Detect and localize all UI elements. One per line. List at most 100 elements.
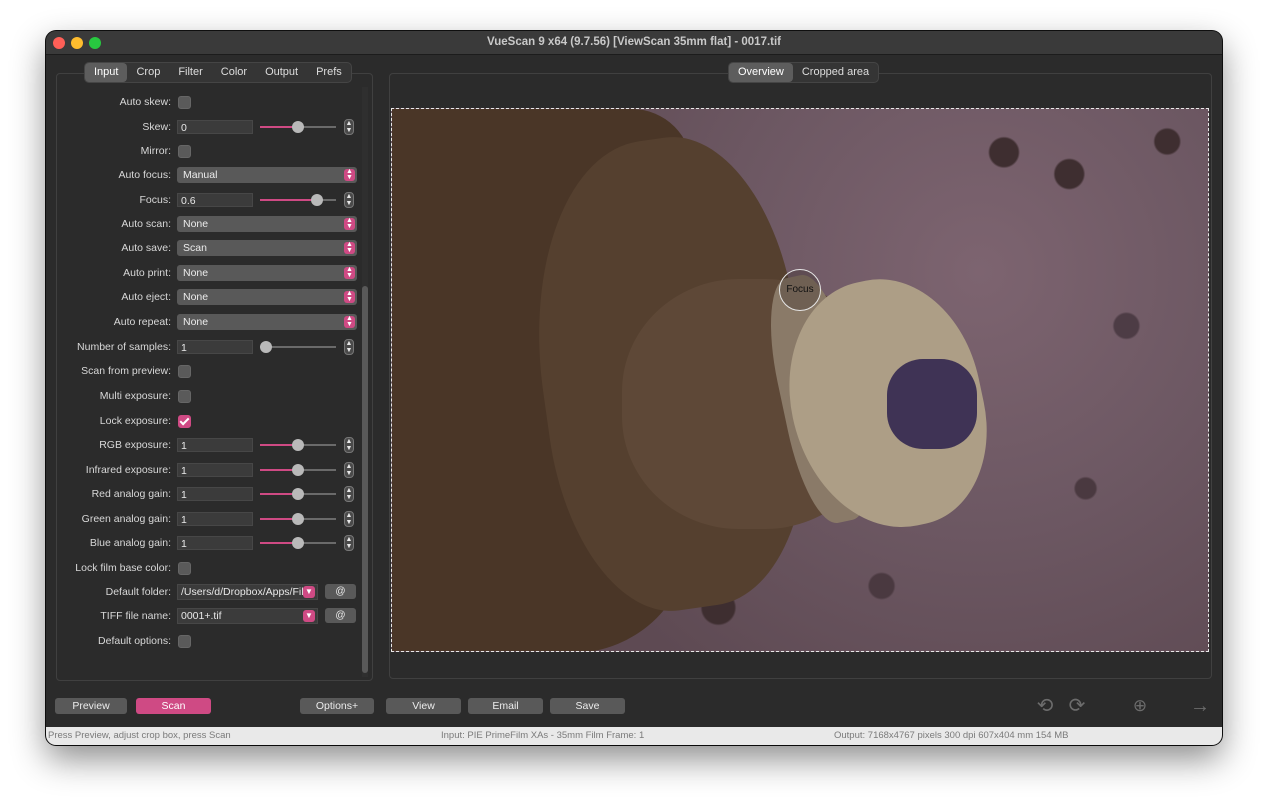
rgb-exposure-label: RGB exposure: [99,439,171,451]
default-folder-at-button[interactable]: @ [325,584,356,599]
settings-tabs: Input Crop Filter Color Output Prefs [84,62,352,83]
blue-gain-label: Blue analog gain: [89,537,171,549]
blue-gain-slider[interactable] [260,537,336,549]
status-left: Press Preview, adjust crop box, press Sc… [48,730,231,741]
blue-gain-input[interactable]: 1 [177,536,253,550]
tiff-file-name-label: TIFF file name: [100,610,171,622]
red-gain-input[interactable]: 1 [177,487,253,501]
preview-button[interactable]: Preview [55,698,127,714]
email-button[interactable]: Email [468,698,543,714]
chevron-updown-icon: ▲ ▼ [344,290,355,303]
arrow-right-icon[interactable]: → [1189,695,1211,717]
scan-from-preview-checkbox[interactable] [178,365,191,378]
tiff-file-name-combo[interactable]: 0001+.tif ▼ [177,608,318,624]
green-gain-input[interactable]: 1 [177,512,253,526]
tab-filter[interactable]: Filter [169,63,211,82]
lock-exposure-label: Lock exposure: [99,415,171,427]
lock-film-base-checkbox[interactable] [178,562,191,575]
auto-print-value: None [183,267,209,279]
tab-overview[interactable]: Overview [729,63,793,82]
save-button[interactable]: Save [550,698,625,714]
zoom-in-icon[interactable]: ⊕ [1129,695,1151,717]
num-samples-stepper[interactable]: ▲ ▼ [344,339,354,355]
auto-skew-checkbox[interactable] [178,96,191,109]
chevron-updown-icon: ▲ ▼ [344,217,355,230]
scan-button[interactable]: Scan [136,698,211,714]
auto-eject-select[interactable]: None ▲ ▼ [177,289,357,305]
auto-repeat-select[interactable]: None ▲ ▼ [177,314,357,330]
ir-exposure-label: Infrared exposure: [85,464,171,476]
red-gain-slider[interactable] [260,488,336,500]
auto-save-select[interactable]: Scan ▲ ▼ [177,240,357,256]
num-samples-slider[interactable] [260,341,336,353]
rotate-right-icon[interactable]: ⟳ [1066,695,1088,717]
chevron-down-icon: ▼ [303,610,315,622]
chevron-updown-icon: ▲ ▼ [344,168,355,181]
preview-cap-logo [887,359,977,449]
options-button[interactable]: Options+ [300,698,374,714]
num-samples-input[interactable]: 1 [177,340,253,354]
green-gain-slider[interactable] [260,513,336,525]
status-right: Output: 7168x4767 pixels 300 dpi 607x404… [834,730,1069,741]
focus-slider[interactable] [260,194,336,206]
skew-input[interactable]: 0 [177,120,253,134]
preview-image[interactable]: Focus [391,108,1209,652]
tab-cropped-area[interactable]: Cropped area [793,63,878,82]
tiff-file-name-at-button[interactable]: @ [325,608,356,623]
lock-film-base-label: Lock film base color: [75,562,171,574]
focus-label: Focus: [139,194,171,206]
skew-slider[interactable] [260,121,336,133]
red-gain-label: Red analog gain: [91,488,171,500]
green-gain-label: Green analog gain: [81,513,171,525]
auto-focus-label: Auto focus: [118,169,171,181]
chevron-updown-icon: ▲ ▼ [344,241,355,254]
rgb-exposure-stepper[interactable]: ▲ ▼ [344,437,354,453]
tab-crop[interactable]: Crop [127,63,169,82]
chevron-updown-icon: ▲ ▼ [344,315,355,328]
title-bar: VueScan 9 x64 (9.7.56) [ViewScan 35mm fl… [46,31,1222,55]
default-folder-value: /Users/d/Dropbox/Apps/Film [181,586,313,598]
ir-exposure-input[interactable]: 1 [177,463,253,477]
auto-focus-select[interactable]: Manual ▲ ▼ [177,167,357,183]
focus-stepper[interactable]: ▲ ▼ [344,192,354,208]
focus-marker[interactable]: Focus [779,269,821,311]
multi-exposure-label: Multi exposure: [99,390,171,402]
preview-tabs: Overview Cropped area [728,62,880,83]
view-button[interactable]: View [386,698,461,714]
chevron-down-icon: ▼ [303,586,315,598]
status-bar: Press Preview, adjust crop box, press Sc… [46,727,1222,745]
auto-scan-label: Auto scan: [121,218,171,230]
multi-exposure-checkbox[interactable] [178,390,191,403]
auto-repeat-label: Auto repeat: [113,316,171,328]
auto-scan-select[interactable]: None ▲ ▼ [177,216,357,232]
tab-prefs[interactable]: Prefs [307,63,351,82]
tab-color[interactable]: Color [212,63,256,82]
mirror-checkbox[interactable] [178,145,191,158]
red-gain-stepper[interactable]: ▲ ▼ [344,486,354,502]
blue-gain-stepper[interactable]: ▲ ▼ [344,535,354,551]
lock-exposure-checkbox[interactable] [178,415,191,428]
tab-input[interactable]: Input [85,63,128,82]
rotate-left-icon[interactable]: ⟲ [1034,695,1056,717]
default-options-checkbox[interactable] [178,635,191,648]
auto-skew-label: Auto skew: [119,96,171,108]
auto-print-label: Auto print: [123,267,171,279]
status-center: Input: PIE PrimeFilm XAs - 35mm Film Fra… [441,730,645,741]
num-samples-label: Number of samples: [77,341,171,353]
settings-scrollbar-thumb[interactable] [362,286,368,673]
auto-print-select[interactable]: None ▲ ▼ [177,265,357,281]
scan-from-preview-label: Scan from preview: [81,365,171,377]
rgb-exposure-slider[interactable] [260,439,336,451]
auto-focus-value: Manual [183,169,218,181]
default-folder-combo[interactable]: /Users/d/Dropbox/Apps/Film ▼ [177,584,318,600]
tab-output[interactable]: Output [256,63,307,82]
auto-scan-value: None [183,218,209,230]
green-gain-stepper[interactable]: ▲ ▼ [344,511,354,527]
ir-exposure-slider[interactable] [260,464,336,476]
focus-input[interactable]: 0.6 [177,193,253,207]
default-options-label: Default options: [98,635,171,647]
rgb-exposure-input[interactable]: 1 [177,438,253,452]
ir-exposure-stepper[interactable]: ▲ ▼ [344,462,354,478]
window-title: VueScan 9 x64 (9.7.56) [ViewScan 35mm fl… [486,36,782,48]
skew-stepper[interactable]: ▲ ▼ [344,119,354,135]
